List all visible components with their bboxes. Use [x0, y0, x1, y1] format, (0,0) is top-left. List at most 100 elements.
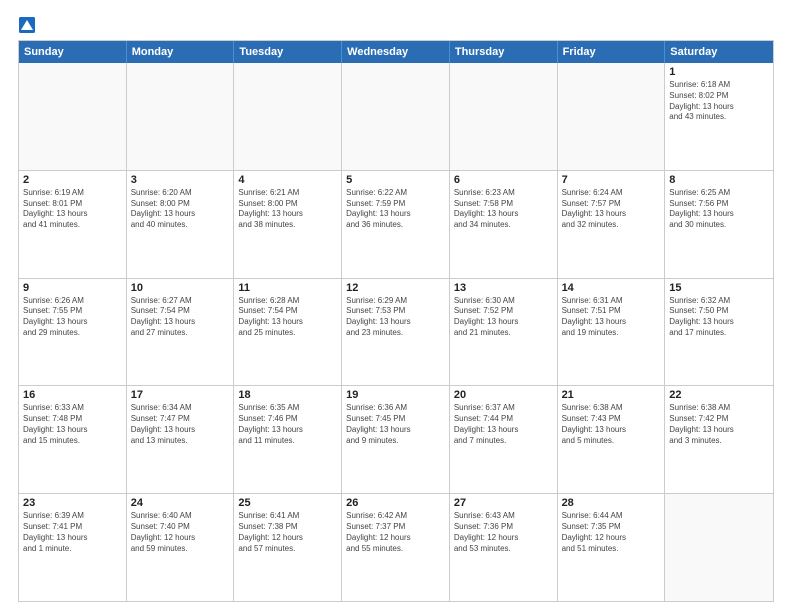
day-number: 26: [346, 497, 445, 509]
weekday-header-thursday: Thursday: [450, 41, 558, 63]
day-info: Sunrise: 6:34 AM Sunset: 7:47 PM Dayligh…: [131, 403, 230, 446]
day-info: Sunrise: 6:24 AM Sunset: 7:57 PM Dayligh…: [562, 188, 661, 231]
day-cell-28: 28 Sunrise: 6:44 AM Sunset: 7:35 PM Dayli…: [558, 494, 666, 601]
calendar: SundayMondayTuesdayWednesdayThursdayFrid…: [18, 40, 774, 602]
day-number: 22: [669, 389, 769, 401]
day-number: 3: [131, 174, 230, 186]
empty-cell-0-5: [558, 63, 666, 170]
calendar-row-4: 23Sunrise: 6:39 AM Sunset: 7:41 PM Dayli…: [19, 493, 773, 601]
day-info: Sunrise: 6:37 AM Sunset: 7:44 PM Dayligh…: [454, 403, 553, 446]
calendar-body: 1Sunrise: 6:18 AM Sunset: 8:02 PM Daylig…: [19, 63, 773, 601]
day-info: Sunrise: 6:35 AM Sunset: 7:46 PM Dayligh…: [238, 403, 337, 446]
day-info: Sunrise: 6:23 AM Sunset: 7:58 PM Dayligh…: [454, 188, 553, 231]
day-number: 10: [131, 282, 230, 294]
day-number: 8: [669, 174, 769, 186]
day-number: 4: [238, 174, 337, 186]
empty-cell-0-2: [234, 63, 342, 170]
day-info: Sunrise: 6:33 AM Sunset: 7:48 PM Dayligh…: [23, 403, 122, 446]
calendar-row-1: 2 Sunrise: 6:19 AM Sunset: 8:01 PM Daylig…: [19, 170, 773, 278]
empty-cell-0-4: [450, 63, 558, 170]
weekday-header-friday: Friday: [558, 41, 666, 63]
day-cell-18: 18 Sunrise: 6:35 AM Sunset: 7:46 PM Dayli…: [234, 386, 342, 493]
day-cell-5: 5 Sunrise: 6:22 AM Sunset: 7:59 PM Daylig…: [342, 171, 450, 278]
day-cell-16: 16 Sunrise: 6:33 AM Sunset: 7:48 PM Dayli…: [19, 386, 127, 493]
empty-cell-4-6: [665, 494, 773, 601]
calendar-row-0: 1Sunrise: 6:18 AM Sunset: 8:02 PM Daylig…: [19, 63, 773, 170]
day-number: 9: [23, 282, 122, 294]
calendar-row-3: 16 Sunrise: 6:33 AM Sunset: 7:48 PM Dayli…: [19, 385, 773, 493]
day-info: Sunrise: 6:19 AM Sunset: 8:01 PM Dayligh…: [23, 188, 122, 231]
day-number: 19: [346, 389, 445, 401]
day-info: Sunrise: 6:22 AM Sunset: 7:59 PM Dayligh…: [346, 188, 445, 231]
day-number: 11: [238, 282, 337, 294]
day-number: 27: [454, 497, 553, 509]
day-info: Sunrise: 6:40 AM Sunset: 7:40 PM Dayligh…: [131, 511, 230, 554]
day-cell-17: 17 Sunrise: 6:34 AM Sunset: 7:47 PM Dayli…: [127, 386, 235, 493]
day-info: Sunrise: 6:27 AM Sunset: 7:54 PM Dayligh…: [131, 296, 230, 339]
day-cell-7: 7 Sunrise: 6:24 AM Sunset: 7:57 PM Daylig…: [558, 171, 666, 278]
day-cell-4: 4Sunrise: 6:21 AM Sunset: 8:00 PM Daylig…: [234, 171, 342, 278]
day-number: 25: [238, 497, 337, 509]
weekday-header-sunday: Sunday: [19, 41, 127, 63]
day-number: 21: [562, 389, 661, 401]
day-cell-20: 20 Sunrise: 6:37 AM Sunset: 7:44 PM Dayli…: [450, 386, 558, 493]
weekday-header-wednesday: Wednesday: [342, 41, 450, 63]
day-info: Sunrise: 6:25 AM Sunset: 7:56 PM Dayligh…: [669, 188, 769, 231]
day-cell-14: 14Sunrise: 6:31 AM Sunset: 7:51 PM Dayli…: [558, 279, 666, 386]
day-info: Sunrise: 6:44 AM Sunset: 7:35 PM Dayligh…: [562, 511, 661, 554]
day-cell-2: 2 Sunrise: 6:19 AM Sunset: 8:01 PM Daylig…: [19, 171, 127, 278]
day-number: 28: [562, 497, 661, 509]
day-info: Sunrise: 6:41 AM Sunset: 7:38 PM Dayligh…: [238, 511, 337, 554]
day-number: 12: [346, 282, 445, 294]
day-info: Sunrise: 6:36 AM Sunset: 7:45 PM Dayligh…: [346, 403, 445, 446]
day-cell-11: 11 Sunrise: 6:28 AM Sunset: 7:54 PM Dayli…: [234, 279, 342, 386]
day-cell-1: 1Sunrise: 6:18 AM Sunset: 8:02 PM Daylig…: [665, 63, 773, 170]
day-cell-9: 9 Sunrise: 6:26 AM Sunset: 7:55 PM Daylig…: [19, 279, 127, 386]
day-cell-25: 25 Sunrise: 6:41 AM Sunset: 7:38 PM Dayli…: [234, 494, 342, 601]
day-info: Sunrise: 6:42 AM Sunset: 7:37 PM Dayligh…: [346, 511, 445, 554]
day-info: Sunrise: 6:30 AM Sunset: 7:52 PM Dayligh…: [454, 296, 553, 339]
empty-cell-0-1: [127, 63, 235, 170]
day-number: 17: [131, 389, 230, 401]
empty-cell-0-0: [19, 63, 127, 170]
page: SundayMondayTuesdayWednesdayThursdayFrid…: [0, 0, 792, 612]
empty-cell-0-3: [342, 63, 450, 170]
weekday-header-monday: Monday: [127, 41, 235, 63]
day-info: Sunrise: 6:20 AM Sunset: 8:00 PM Dayligh…: [131, 188, 230, 231]
day-number: 5: [346, 174, 445, 186]
day-info: Sunrise: 6:28 AM Sunset: 7:54 PM Dayligh…: [238, 296, 337, 339]
day-cell-22: 22 Sunrise: 6:38 AM Sunset: 7:42 PM Dayli…: [665, 386, 773, 493]
day-number: 23: [23, 497, 122, 509]
day-info: Sunrise: 6:18 AM Sunset: 8:02 PM Dayligh…: [669, 80, 769, 123]
day-number: 6: [454, 174, 553, 186]
day-info: Sunrise: 6:26 AM Sunset: 7:55 PM Dayligh…: [23, 296, 122, 339]
day-cell-19: 19 Sunrise: 6:36 AM Sunset: 7:45 PM Dayli…: [342, 386, 450, 493]
day-number: 2: [23, 174, 122, 186]
day-cell-26: 26 Sunrise: 6:42 AM Sunset: 7:37 PM Dayli…: [342, 494, 450, 601]
day-info: Sunrise: 6:38 AM Sunset: 7:42 PM Dayligh…: [669, 403, 769, 446]
day-info: Sunrise: 6:32 AM Sunset: 7:50 PM Dayligh…: [669, 296, 769, 339]
day-cell-3: 3 Sunrise: 6:20 AM Sunset: 8:00 PM Daylig…: [127, 171, 235, 278]
weekday-header-tuesday: Tuesday: [234, 41, 342, 63]
day-info: Sunrise: 6:29 AM Sunset: 7:53 PM Dayligh…: [346, 296, 445, 339]
day-cell-12: 12 Sunrise: 6:29 AM Sunset: 7:53 PM Dayli…: [342, 279, 450, 386]
weekday-header-saturday: Saturday: [665, 41, 773, 63]
day-number: 24: [131, 497, 230, 509]
day-cell-10: 10 Sunrise: 6:27 AM Sunset: 7:54 PM Dayli…: [127, 279, 235, 386]
day-number: 7: [562, 174, 661, 186]
day-number: 18: [238, 389, 337, 401]
day-number: 16: [23, 389, 122, 401]
day-info: Sunrise: 6:38 AM Sunset: 7:43 PM Dayligh…: [562, 403, 661, 446]
day-cell-27: 27Sunrise: 6:43 AM Sunset: 7:36 PM Dayli…: [450, 494, 558, 601]
day-number: 20: [454, 389, 553, 401]
day-info: Sunrise: 6:31 AM Sunset: 7:51 PM Dayligh…: [562, 296, 661, 339]
day-cell-8: 8 Sunrise: 6:25 AM Sunset: 7:56 PM Daylig…: [665, 171, 773, 278]
day-cell-6: 6 Sunrise: 6:23 AM Sunset: 7:58 PM Daylig…: [450, 171, 558, 278]
header: [18, 16, 774, 34]
calendar-header: SundayMondayTuesdayWednesdayThursdayFrid…: [19, 41, 773, 63]
logo-icon: [18, 16, 36, 34]
day-cell-13: 13Sunrise: 6:30 AM Sunset: 7:52 PM Dayli…: [450, 279, 558, 386]
calendar-row-2: 9 Sunrise: 6:26 AM Sunset: 7:55 PM Daylig…: [19, 278, 773, 386]
logo: [18, 16, 38, 34]
day-cell-15: 15Sunrise: 6:32 AM Sunset: 7:50 PM Dayli…: [665, 279, 773, 386]
